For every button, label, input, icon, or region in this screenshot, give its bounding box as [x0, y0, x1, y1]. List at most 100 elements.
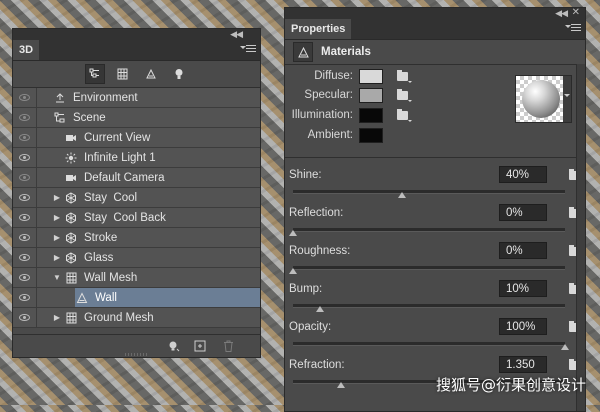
layer-row[interactable]: ▶ Glass [13, 248, 260, 268]
properties-title: Materials [321, 46, 371, 58]
color-swatch[interactable] [359, 107, 383, 123]
layer-row[interactable]: Environment [13, 88, 260, 108]
layer-row[interactable]: ▼ Wall Mesh [13, 268, 260, 288]
slider-thumb[interactable] [289, 268, 297, 274]
slider-row: Shine: 40% [285, 166, 584, 204]
slider-track[interactable] [293, 342, 569, 350]
slider-label: Reflection: [289, 207, 344, 219]
layer-row[interactable]: Scene [13, 108, 260, 128]
slider-label: Shine: [289, 169, 322, 181]
layer-row[interactable]: ▶ Stay Cool [13, 188, 260, 208]
visibility-eye-icon[interactable] [13, 168, 37, 187]
slider-row: Opacity: 100% [285, 318, 584, 356]
color-swatch[interactable] [359, 127, 383, 143]
color-swatch[interactable] [359, 87, 383, 103]
visibility-eye-icon[interactable] [13, 88, 37, 107]
visibility-eye-icon[interactable] [13, 228, 37, 247]
mesh-filter-icon[interactable] [113, 64, 133, 84]
layer-row[interactable]: Current View [13, 128, 260, 148]
3d-tab-bar: 3D [13, 40, 260, 61]
slider-value-field[interactable]: 0% [499, 204, 547, 221]
texture-folder-icon[interactable] [397, 88, 412, 102]
properties-header: Materials [285, 40, 585, 65]
panel-menu-icon[interactable] [565, 24, 581, 32]
layer-row[interactable]: ▶ Stroke [13, 228, 260, 248]
layer-row[interactable]: Infinite Light 1 [13, 148, 260, 168]
layer-row[interactable]: ▶ Stay Cool Back [13, 208, 260, 228]
properties-panel: ◀◀ ✕ Properties Materials Diffuse: Specul… [284, 7, 586, 412]
layer-label: Wall [95, 291, 117, 304]
slider-track[interactable] [293, 304, 565, 312]
mesh-icon [64, 211, 78, 225]
expand-arrow-icon[interactable]: ▶ [52, 193, 62, 202]
visibility-eye-icon[interactable] [13, 108, 37, 127]
layer-label: Default Camera [84, 171, 165, 184]
panel-top-bar: ◀◀ [13, 29, 260, 40]
layer-row[interactable]: Wall [13, 288, 260, 308]
tab-3d[interactable]: 3D [13, 40, 40, 60]
scene-filter-icon[interactable] [84, 64, 105, 84]
properties-scrollbar[interactable] [576, 64, 585, 411]
visibility-eye-icon[interactable] [13, 208, 37, 227]
visibility-eye-icon[interactable] [13, 268, 37, 287]
slider-value-field[interactable]: 100% [499, 318, 547, 335]
layer-row[interactable]: ▶ Ground Mesh [13, 308, 260, 328]
slider-value-field[interactable]: 0% [499, 242, 547, 259]
slider-value-field[interactable]: 1.350 [499, 356, 547, 373]
collapse-icon[interactable]: ◀◀ [230, 29, 243, 40]
material-filter-icon[interactable] [141, 64, 161, 84]
3d-filter-toolbar [13, 61, 260, 88]
scene-icon [53, 111, 67, 125]
slider-track[interactable] [293, 190, 565, 198]
collapse-arrow-icon[interactable]: ▼ [52, 273, 62, 282]
material-icon [75, 291, 89, 305]
material-preview[interactable] [515, 75, 572, 123]
slider-row: Roughness: 0% [285, 242, 584, 280]
texture-folder-icon[interactable] [397, 69, 412, 83]
color-swatch[interactable] [359, 68, 383, 84]
layer-label: Stay Cool Back [84, 211, 166, 224]
3d-panel: ◀◀ 3D Environment Scene Current View Infini… [12, 28, 261, 358]
camera-icon [64, 131, 78, 145]
grid-mesh-icon [64, 311, 78, 325]
close-icon[interactable]: ✕ [572, 7, 580, 18]
slider-thumb[interactable] [398, 192, 406, 198]
layer-label: Current View [84, 131, 151, 144]
properties-tab-bar: Properties [285, 19, 585, 40]
resize-grip[interactable] [124, 353, 149, 356]
visibility-eye-icon[interactable] [13, 128, 37, 147]
slider-track[interactable] [289, 228, 565, 236]
layer-label: Stay Cool [84, 191, 138, 204]
mesh-icon [64, 251, 78, 265]
tab-properties[interactable]: Properties [285, 19, 352, 39]
expand-arrow-icon[interactable]: ▶ [52, 213, 62, 222]
slider-track[interactable] [289, 266, 565, 274]
color-label: Specular: [304, 89, 353, 101]
watermark-text: 搜狐号@衍果创意设计 [435, 376, 586, 394]
visibility-eye-icon[interactable] [13, 188, 37, 207]
slider-thumb[interactable] [316, 306, 324, 312]
visibility-eye-icon[interactable] [13, 288, 37, 307]
panel-menu-icon[interactable] [240, 45, 256, 53]
collapse-icon[interactable]: ◀◀ [555, 8, 568, 19]
new-layer-icon[interactable] [193, 339, 207, 353]
trash-icon[interactable] [221, 339, 235, 353]
expand-arrow-icon[interactable]: ▶ [52, 233, 62, 242]
visibility-eye-icon[interactable] [13, 148, 37, 167]
slider-label: Bump: [289, 283, 323, 295]
light-filter-icon[interactable] [169, 64, 189, 84]
visibility-eye-icon[interactable] [13, 248, 37, 267]
slider-thumb[interactable] [561, 344, 569, 350]
texture-folder-icon[interactable] [397, 108, 412, 122]
layer-row[interactable]: Default Camera [13, 168, 260, 188]
slider-thumb[interactable] [337, 382, 345, 388]
slider-value-field[interactable]: 10% [499, 280, 547, 297]
material-picker-dropdown[interactable] [563, 76, 571, 122]
expand-arrow-icon[interactable]: ▶ [52, 313, 62, 322]
visibility-eye-icon[interactable] [13, 308, 37, 327]
expand-arrow-icon[interactable]: ▶ [52, 253, 62, 262]
grid-mesh-icon [64, 271, 78, 285]
slider-value-field[interactable]: 40% [499, 166, 547, 183]
add-light-icon[interactable] [167, 339, 181, 353]
slider-thumb[interactable] [289, 230, 297, 236]
